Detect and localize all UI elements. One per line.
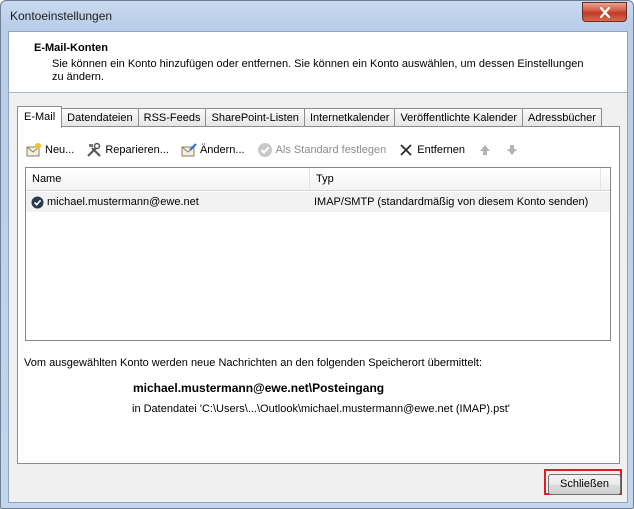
set-default-label: Als Standard festlegen [275, 144, 387, 156]
delivery-store-path: michael.mustermann@ewe.net\Posteingang [133, 381, 385, 395]
dialog-body: E-Mail-Konten Sie können ein Konto hinzu… [8, 31, 628, 503]
arrow-down-icon [504, 142, 520, 158]
header-panel: E-Mail-Konten Sie können ein Konto hinzu… [9, 32, 627, 93]
arrow-up-icon [477, 142, 493, 158]
set-default-button[interactable]: Als Standard festlegen [257, 139, 387, 161]
delivery-info: Vom ausgewählten Konto werden neue Nachr… [24, 357, 483, 369]
edit-mail-icon [181, 142, 197, 158]
window-close-button[interactable] [582, 2, 627, 22]
remove-account-label: Entfernen [417, 144, 465, 156]
move-up-button[interactable] [477, 139, 496, 161]
repair-account-button[interactable]: Reparieren... [86, 139, 169, 161]
column-header-name[interactable]: Name [26, 168, 310, 190]
close-dialog-button[interactable]: Schließen [548, 474, 621, 495]
tab-internet-calendars[interactable]: Internetkalender [303, 108, 396, 127]
tab-strip: E-Mail Datendateien RSS-Feeds SharePoint… [17, 106, 602, 128]
tab-published-calendars[interactable]: Veröffentlichte Kalender [394, 108, 524, 127]
title-bar[interactable]: Kontoeinstellungen [1, 1, 633, 31]
new-account-label: Neu... [45, 144, 75, 156]
account-toolbar: Neu... Reparieren... Ändern... Als Stand… [26, 139, 535, 161]
accounts-list[interactable]: Name Typ michael.mustermann@ewe.net IMAP… [25, 167, 611, 341]
tools-icon [86, 142, 102, 158]
new-mail-icon [26, 142, 42, 158]
default-account-check-icon [31, 196, 44, 209]
accounts-list-header: Name Typ [26, 168, 610, 191]
tab-address-books[interactable]: Adressbücher [522, 108, 602, 127]
move-down-button[interactable] [504, 139, 523, 161]
section-title: E-Mail-Konten [34, 42, 108, 54]
tab-sharepoint-lists[interactable]: SharePoint-Listen [205, 108, 305, 127]
tab-email[interactable]: E-Mail [17, 106, 63, 128]
section-description: Sie können ein Konto hinzufügen oder ent… [52, 58, 584, 83]
delivery-data-file: in Datendatei 'C:\Users\...\Outlook\mich… [132, 403, 510, 415]
tab-data-files[interactable]: Datendateien [61, 108, 139, 127]
change-account-label: Ändern... [199, 144, 245, 156]
window-title: Kontoeinstellungen [10, 9, 113, 23]
account-settings-window: Kontoeinstellungen E-Mail-Konten Sie kön… [0, 0, 634, 509]
checkmark-circle-icon [257, 142, 273, 158]
column-header-type[interactable]: Typ [310, 168, 601, 190]
email-tab-panel: Neu... Reparieren... Ändern... Als Stand… [17, 126, 620, 464]
repair-account-label: Reparieren... [105, 144, 169, 156]
new-account-button[interactable]: Neu... [26, 139, 74, 161]
account-name: michael.mustermann@ewe.net [47, 196, 199, 208]
account-name-cell: michael.mustermann@ewe.net [26, 196, 309, 209]
tab-rss-feeds[interactable]: RSS-Feeds [137, 108, 207, 127]
account-type: IMAP/SMTP (standardmäßig von diesem Kont… [314, 196, 589, 208]
table-row[interactable]: michael.mustermann@ewe.net IMAP/SMTP (st… [26, 192, 610, 212]
remove-x-icon [398, 142, 414, 158]
remove-account-button[interactable]: Entfernen [398, 139, 465, 161]
change-account-button[interactable]: Ändern... [181, 139, 245, 161]
close-icon [599, 6, 610, 18]
